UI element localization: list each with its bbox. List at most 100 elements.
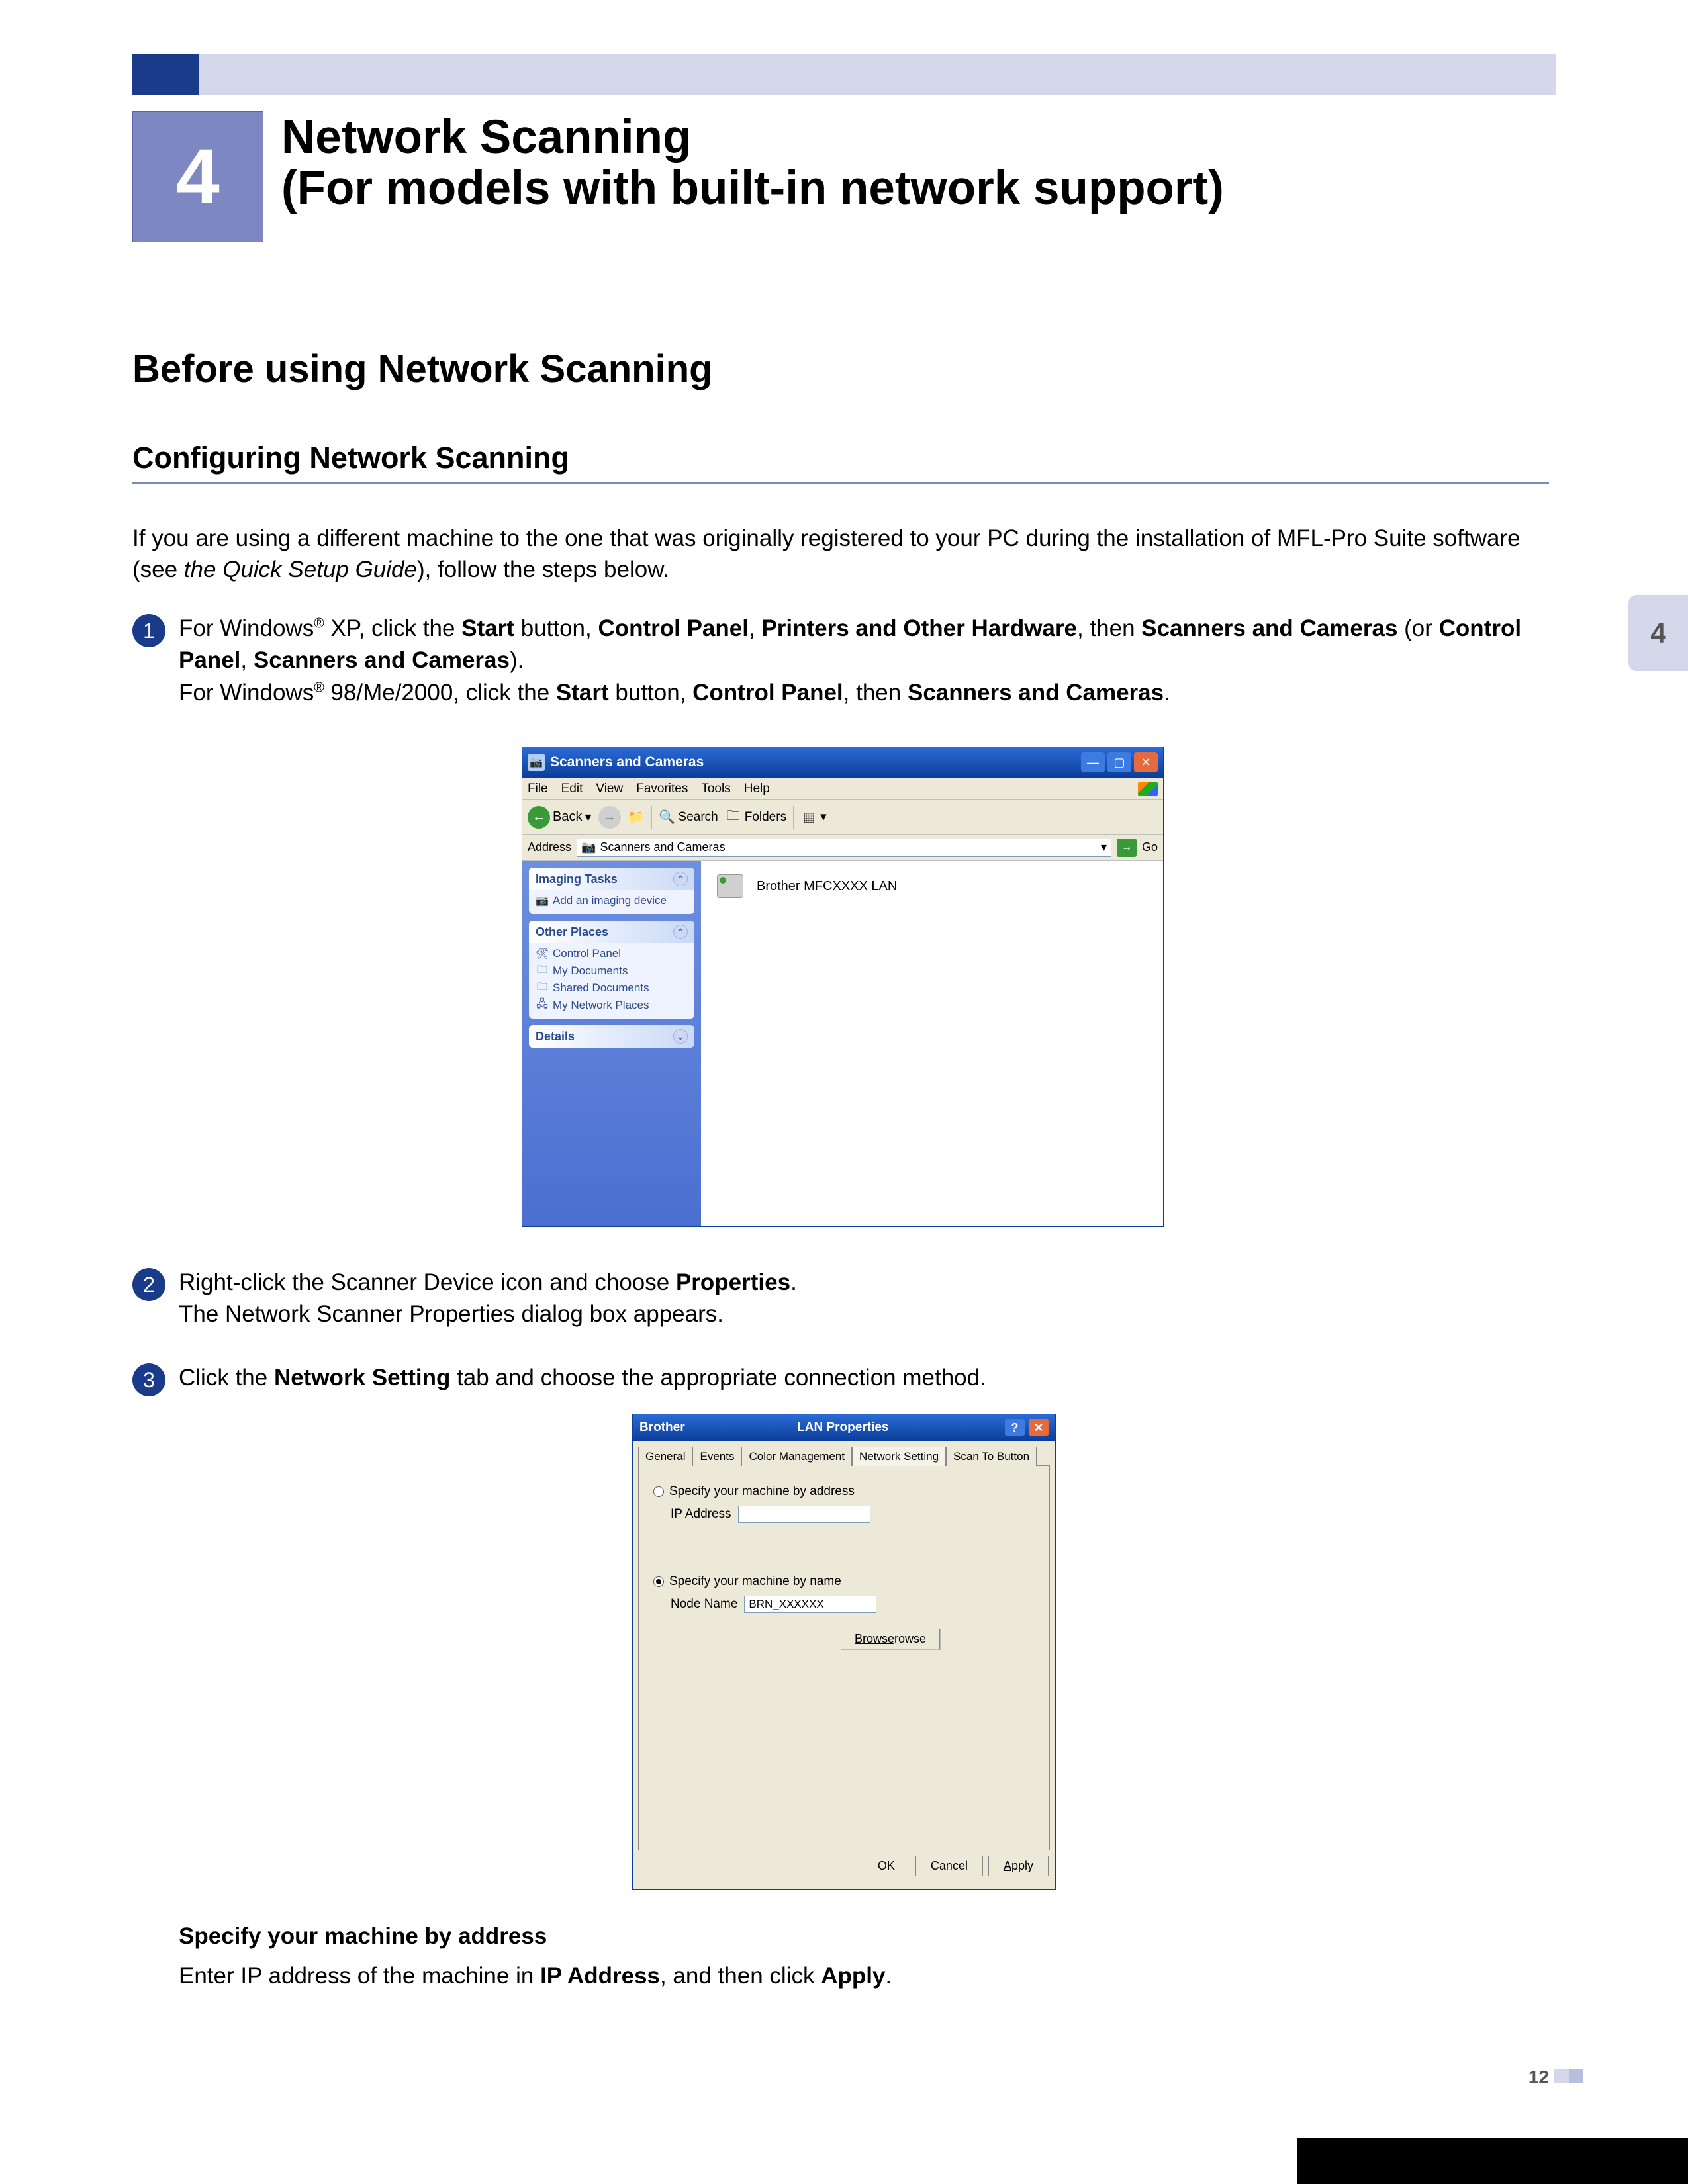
link-shared-documents[interactable]: 🗀Shared Documents [536, 981, 688, 995]
folders-icon: 🗀 [725, 809, 742, 826]
ip-address-input[interactable] [738, 1506, 870, 1523]
radio-by-name-label: Specify your machine by name [669, 1574, 841, 1589]
chapter-title-line1: Network Scanning [281, 111, 691, 163]
node-name-label: Node Name [671, 1597, 737, 1612]
s2-footer: OK Cancel Apply [633, 1856, 1055, 1883]
step-1-text: For Windows® XP, click the Start button,… [179, 613, 1549, 709]
intro-italic: the Quick Setup Guide [184, 557, 417, 582]
s2-titlebar: Brother LAN Properties ? ✕ [633, 1414, 1055, 1441]
step-bullet-1: 1 [132, 614, 165, 647]
panel-header[interactable]: Other Places ⌃ [529, 921, 694, 943]
close-button[interactable]: ✕ [1029, 1419, 1049, 1436]
ip-address-label: IP Address [671, 1507, 731, 1522]
radio-by-name[interactable] [653, 1576, 664, 1587]
s1-body: Imaging Tasks ⌃ 📷 Add an imaging device … [522, 861, 1163, 1226]
chapter-title: Network Scanning (For models with built-… [281, 113, 1224, 214]
step-3: 3 Click the Network Setting tab and choo… [132, 1362, 1549, 1396]
control-panel-icon: 🛠 [536, 947, 549, 960]
chevron-down-icon: ▾ [585, 809, 591, 825]
cancel-button[interactable]: Cancel [915, 1856, 983, 1876]
up-button[interactable]: 📁 [628, 809, 645, 826]
expand-icon: ⌄ [673, 1029, 688, 1044]
step-2-text: Right-click the Scanner Device icon and … [179, 1267, 1549, 1331]
subsection-wrap: Configuring Network Scanning [132, 441, 1549, 484]
close-button[interactable]: ✕ [1134, 752, 1158, 772]
search-icon: 🔍 [659, 809, 676, 826]
tab-color-management[interactable]: Color Management [741, 1447, 852, 1466]
step-bullet-3: 3 [132, 1363, 165, 1396]
radio-by-name-row[interactable]: Specify your machine by name [653, 1574, 1035, 1589]
s2-title-left: Brother [639, 1420, 685, 1435]
panel-header[interactable]: Details ⌄ [529, 1025, 694, 1048]
radio-by-address-label: Specify your machine by address [669, 1484, 855, 1499]
step-bullet-2: 2 [132, 1268, 165, 1301]
ok-button[interactable]: OK [863, 1856, 910, 1876]
tab-network-setting[interactable]: Network Setting [852, 1447, 946, 1466]
link-control-panel[interactable]: 🛠Control Panel [536, 947, 688, 960]
intro-text-2: ), follow the steps below. [417, 557, 669, 582]
page-number-accent-2 [1554, 2069, 1569, 2083]
go-button[interactable]: → [1117, 839, 1137, 857]
tab-general[interactable]: General [638, 1447, 692, 1466]
address-label: Address [528, 841, 571, 854]
header-right-bar [199, 54, 1556, 95]
minimize-button[interactable]: — [1081, 752, 1105, 772]
address-text: Scanners and Cameras [600, 841, 725, 854]
folders-button[interactable]: 🗀Folders [725, 809, 786, 826]
s2-title-center: LAN Properties [685, 1420, 1001, 1435]
s1-toolbar: ← Back ▾ → 📁 🔍Search 🗀Folders ▦▾ [522, 800, 1163, 835]
node-name-input[interactable]: BRN_XXXXXX [744, 1596, 876, 1613]
chapter-title-line2: (For models with built-in network suppor… [281, 162, 1224, 214]
s1-main-pane: Brother MFCXXXX LAN [701, 861, 1163, 1226]
menu-edit[interactable]: Edit [561, 782, 583, 796]
chevron-down-icon[interactable]: ▾ [1101, 841, 1107, 854]
radio-by-address-row[interactable]: Specify your machine by address [653, 1484, 1035, 1499]
s2-tab-pane: Specify your machine by address IP Addre… [638, 1465, 1050, 1850]
menu-favorites[interactable]: Favorites [636, 782, 688, 796]
views-button[interactable]: ▦▾ [800, 809, 827, 826]
go-label: Go [1142, 841, 1158, 854]
folder-icon: 🗀 [536, 964, 549, 978]
page-number-accent-1 [1569, 2069, 1583, 2083]
network-icon: 🖧 [536, 999, 549, 1012]
chapter-number-box: 4 [132, 111, 263, 242]
search-button[interactable]: 🔍Search [659, 809, 718, 826]
screenshot-properties-dialog: Brother LAN Properties ? ✕ General Event… [632, 1414, 1056, 1890]
link-network-places[interactable]: 🖧My Network Places [536, 999, 688, 1012]
link-add-imaging-device[interactable]: 📷 Add an imaging device [536, 894, 688, 907]
s1-menubar: File Edit View Favorites Tools Help [522, 778, 1163, 800]
side-tab-number: 4 [1650, 617, 1665, 649]
radio-by-address[interactable] [653, 1486, 664, 1497]
camera-icon: 📷 [536, 894, 549, 907]
back-button[interactable]: ← Back ▾ [528, 806, 592, 829]
tab-events[interactable]: Events [692, 1447, 741, 1466]
s1-window-title: Scanners and Cameras [550, 754, 1078, 770]
chapter-number: 4 [176, 132, 220, 222]
maximize-button[interactable]: ▢ [1107, 752, 1131, 772]
panel-header[interactable]: Imaging Tasks ⌃ [529, 868, 694, 890]
help-button[interactable]: ? [1005, 1419, 1025, 1436]
panel-details: Details ⌄ [529, 1025, 694, 1048]
specify-heading: Specify your machine by address [179, 1921, 1549, 1952]
step-1: 1 For Windows® XP, click the Start butto… [132, 613, 1549, 709]
toolbar-divider [793, 806, 794, 829]
menu-tools[interactable]: Tools [701, 782, 730, 796]
apply-button[interactable]: Apply [988, 1856, 1049, 1876]
menu-view[interactable]: View [596, 782, 623, 796]
toolbar-divider [651, 806, 652, 829]
page-number: 12 [1528, 2067, 1549, 2088]
menu-help[interactable]: Help [744, 782, 770, 796]
link-my-documents[interactable]: 🗀My Documents [536, 964, 688, 978]
panel-other-places: Other Places ⌃ 🛠Control Panel 🗀My Docume… [529, 921, 694, 1019]
tab-scan-to-button[interactable]: Scan To Button [946, 1447, 1037, 1466]
ip-address-row: IP Address [671, 1506, 1035, 1523]
browse-button[interactable]: Browserowse [841, 1629, 940, 1649]
s2-tabs: General Events Color Management Network … [633, 1441, 1055, 1465]
menu-file[interactable]: File [528, 782, 548, 796]
step-3-text: Click the Network Setting tab and choose… [179, 1362, 1549, 1394]
folder-icon: 🗀 [536, 981, 549, 995]
scanner-device-item[interactable]: Brother MFCXXXX LAN [712, 872, 1152, 901]
address-field[interactable]: 📷 Scanners and Cameras ▾ [577, 839, 1111, 857]
camera-icon: 📷 [581, 841, 596, 854]
forward-button[interactable]: → [598, 806, 621, 829]
